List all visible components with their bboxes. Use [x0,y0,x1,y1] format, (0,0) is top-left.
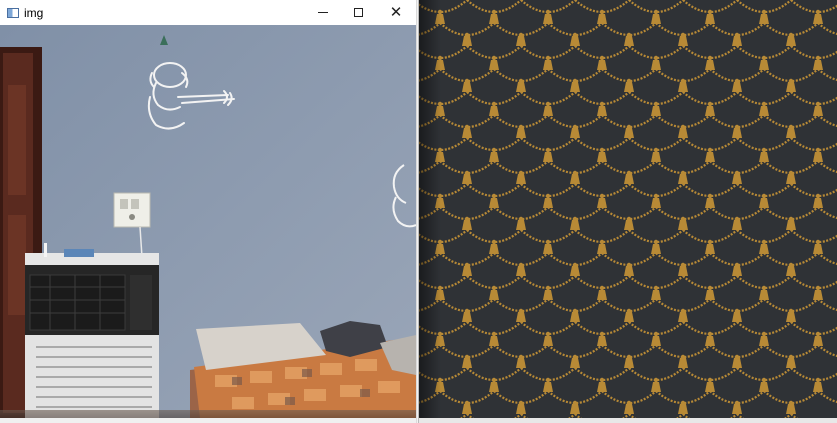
window-title: img [24,5,44,20]
air-cooler [25,243,159,418]
maximize-button[interactable] [340,0,376,25]
close-button[interactable]: ✕ [378,0,414,25]
bed [190,321,416,418]
image-window: img ✕ [0,0,416,423]
garland-pattern [419,0,837,418]
minimize-icon [318,12,328,13]
pattern-bottom-strip [419,418,837,423]
room-photo [0,25,416,418]
title-bar[interactable]: img ✕ [0,0,416,25]
maximize-icon [353,8,363,17]
pattern-shadow [419,0,441,418]
image-canvas [0,25,416,418]
floor-shadow [0,410,416,418]
close-icon: ✕ [389,4,403,21]
minimize-button[interactable] [305,0,341,25]
pattern-image [419,0,837,418]
image-window-icon [7,7,19,18]
window-bottom-strip [0,418,416,423]
